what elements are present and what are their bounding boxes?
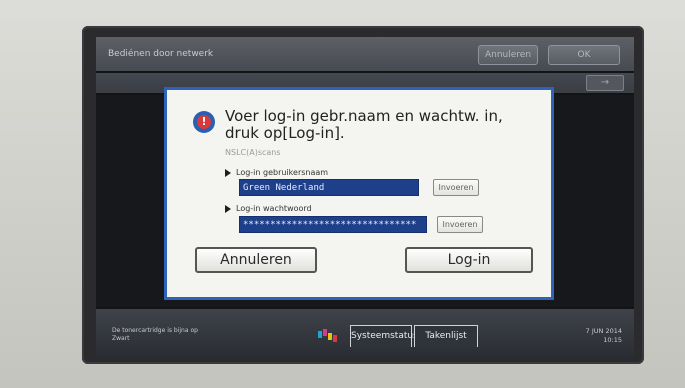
toner-color: Zwart: [112, 335, 130, 342]
triangle-right-icon: [225, 204, 231, 213]
warning-icon: !: [193, 111, 215, 133]
cyan-toner-icon: [318, 331, 322, 338]
username-label: Log-in gebruikersnaam: [236, 168, 329, 177]
date-time: 7 JUN 2014 10:15: [586, 327, 622, 345]
tab-systeemstatus[interactable]: Systeemstatus: [350, 325, 418, 347]
message-line-1: Voer log-in gebr.naam en wachtw. in,: [225, 107, 503, 125]
username-field[interactable]: Green Nederland: [239, 179, 419, 196]
device-subtitle: NSLC(A)scans: [225, 148, 281, 157]
status-bar: De tonercartridge is bijna op Zwart Syst…: [96, 309, 634, 357]
password-label: Log-in wachtwoord: [236, 204, 312, 213]
password-label-row: Log-in wachtwoord: [225, 204, 312, 213]
yellow-toner-icon: [328, 333, 332, 340]
login-button[interactable]: Log-in: [405, 247, 533, 273]
date-display: 7 JUN 2014: [585, 327, 622, 335]
toner-level-icon: [318, 329, 338, 345]
password-field[interactable]: ********************************: [239, 216, 427, 233]
ok-button[interactable]: OK: [548, 45, 620, 65]
exclamation-icon: !: [197, 115, 211, 129]
triangle-right-icon: [225, 168, 231, 177]
cancel-top-button[interactable]: Annuleren: [478, 45, 538, 65]
message-line-2: druk op[Log-in].: [225, 124, 345, 142]
cancel-button[interactable]: Annuleren: [195, 247, 317, 273]
dialog-message: Voer log-in gebr.naam en wachtw. in, dru…: [225, 108, 535, 142]
top-bar: Bediénen door netwerk Annuleren OK: [96, 37, 634, 71]
touch-screen: Bediénen door netwerk Annuleren OK → ! V…: [96, 37, 634, 357]
login-dialog: ! Voer log-in gebr.naam en wachtw. in, d…: [164, 87, 554, 300]
arrow-right-icon[interactable]: →: [586, 75, 624, 91]
screen-title: Bediénen door netwerk: [108, 49, 214, 59]
time-display: 10:15: [603, 336, 622, 344]
username-invoeren-button[interactable]: Invoeren: [433, 179, 479, 196]
toner-warning: De tonercartridge is bijna op Zwart: [112, 327, 198, 343]
black-toner-icon: [333, 335, 337, 342]
password-invoeren-button[interactable]: Invoeren: [437, 216, 483, 233]
toner-message: De tonercartridge is bijna op: [112, 327, 198, 334]
username-label-row: Log-in gebruikersnaam: [225, 168, 328, 177]
tab-takenlijst[interactable]: Takenlijst: [414, 325, 478, 347]
magenta-toner-icon: [323, 329, 327, 336]
